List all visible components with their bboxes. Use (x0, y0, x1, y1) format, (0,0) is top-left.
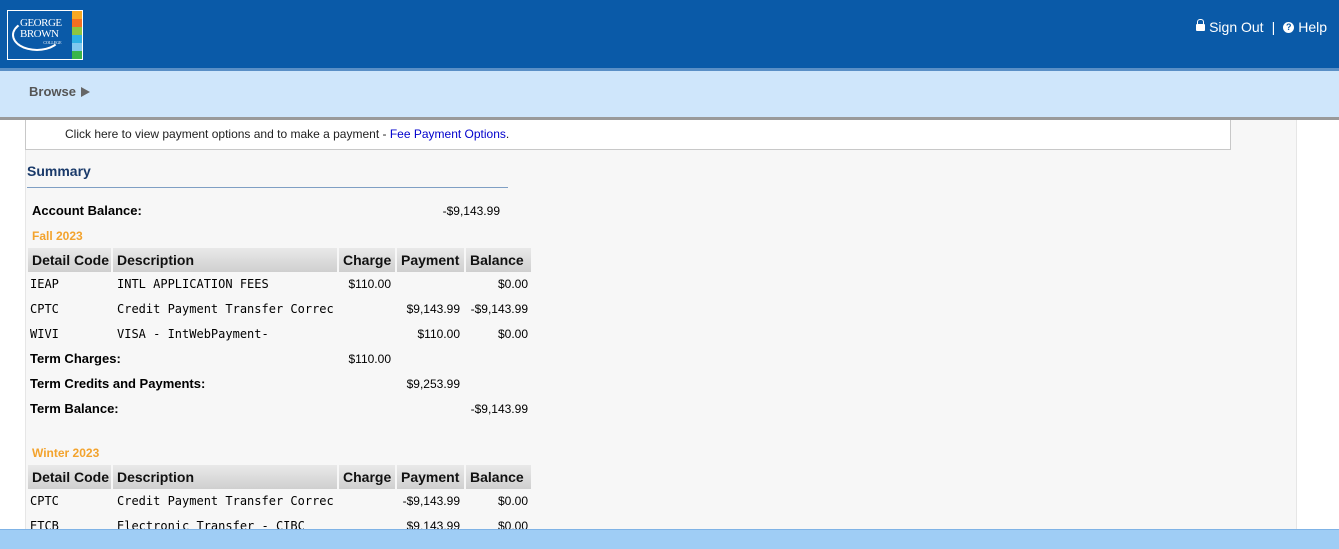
account-balance-label: Account Balance: (32, 203, 142, 218)
row-description: VISA - IntWebPayment- (117, 327, 269, 341)
notice-text: Click here to view payment options and t… (65, 127, 390, 141)
term-balance-label: Term Balance: (30, 401, 119, 416)
col-balance: Balance (466, 248, 531, 272)
row-charge (328, 298, 391, 320)
row-charge (328, 490, 391, 512)
term-credits-value: $9,253.99 (406, 377, 460, 391)
term-balance-value: -$9,143.99 (470, 402, 528, 416)
row-description: Credit Payment Transfer Correc (117, 494, 334, 508)
row-balance: $0.00 (497, 277, 528, 291)
top-banner: GEORGE BROWN COLLEGE Sign Out | ? Help (0, 0, 1339, 68)
row-payment: $9,143.99 (406, 519, 460, 529)
summary-heading: Summary (27, 163, 508, 188)
row-payment: $9,143.99 (406, 302, 460, 316)
table-header: Detail Code Description Charge Payment B… (28, 465, 531, 489)
table-row: CPTC Credit Payment Transfer Correc $9,1… (28, 298, 528, 320)
table-row: CPTC Credit Payment Transfer Correc -$9,… (28, 490, 528, 512)
logo-wordmark: GEORGE BROWN COLLEGE (20, 17, 62, 46)
row-description: Electronic Transfer - CIBC (117, 519, 305, 529)
lock-icon (1196, 19, 1206, 33)
row-balance: $0.00 (497, 327, 528, 341)
col-detail-code: Detail Code (28, 465, 111, 489)
row-code: CPTC (30, 302, 59, 316)
col-payment: Payment (397, 248, 464, 272)
fee-payment-options-link[interactable]: Fee Payment Options (390, 127, 506, 141)
table-row: IEAP INTL APPLICATION FEES $110.00 $0.00 (28, 273, 528, 295)
col-detail-code: Detail Code (28, 248, 111, 272)
browse-label: Browse (29, 84, 76, 99)
account-balance-row: Account Balance: -$9,143.99 (28, 200, 506, 222)
row-code: WIVI (30, 327, 59, 341)
play-arrow-icon (80, 86, 90, 97)
term-credits-row: Term Credits and Payments: $9,253.99 (28, 373, 506, 395)
row-code: CPTC (30, 494, 59, 508)
breadcrumb-bar: Browse (0, 68, 1339, 120)
help-icon: ? (1283, 21, 1295, 33)
sign-out-link[interactable]: Sign Out (1209, 19, 1263, 35)
term-charges-row: Term Charges: $110.00 (28, 348, 506, 370)
row-charge (328, 323, 391, 345)
col-description: Description (113, 248, 337, 272)
table-row: ETCB Electronic Transfer - CIBC $9,143.9… (28, 515, 528, 529)
browse-menu[interactable]: Browse (29, 84, 90, 99)
term-credits-label: Term Credits and Payments: (30, 376, 206, 391)
col-charge: Charge (339, 465, 395, 489)
term-title: Fall 2023 (32, 229, 83, 243)
row-charge (328, 515, 391, 529)
term-charges-value: $110.00 (348, 352, 392, 366)
account-balance-value: -$9,143.99 (442, 204, 500, 218)
george-brown-logo[interactable]: GEORGE BROWN COLLEGE (7, 10, 83, 60)
payment-notice: Click here to view payment options and t… (25, 120, 1231, 150)
row-description: Credit Payment Transfer Correc (117, 302, 334, 316)
col-payment: Payment (397, 465, 464, 489)
term-balance-row: Term Balance: -$9,143.99 (28, 398, 528, 420)
term-title: Winter 2023 (32, 446, 100, 460)
row-code: ETCB (30, 519, 59, 529)
table-header: Detail Code Description Charge Payment B… (28, 248, 531, 272)
row-code: IEAP (30, 277, 59, 291)
bottom-status-strip (0, 529, 1339, 549)
col-balance: Balance (466, 465, 531, 489)
row-balance: $0.00 (497, 494, 528, 508)
top-links: Sign Out | ? Help (1196, 19, 1327, 35)
table-row: WIVI VISA - IntWebPayment- $110.00 $0.00 (28, 323, 528, 345)
col-charge: Charge (339, 248, 395, 272)
row-payment: -$9,143.99 (402, 494, 460, 508)
col-description: Description (113, 465, 337, 489)
term-charges-label: Term Charges: (30, 351, 121, 366)
row-balance: -$9,143.99 (470, 302, 528, 316)
row-payment: $110.00 (417, 327, 461, 341)
row-description: INTL APPLICATION FEES (117, 277, 269, 291)
row-balance: $0.00 (497, 519, 528, 529)
link-separator: | (1271, 19, 1276, 35)
logo-color-stripes (72, 11, 82, 59)
help-link[interactable]: Help (1298, 19, 1327, 35)
row-payment (388, 273, 460, 295)
main-content: Click here to view payment options and t… (0, 120, 1339, 529)
row-charge: $110.00 (348, 277, 392, 291)
